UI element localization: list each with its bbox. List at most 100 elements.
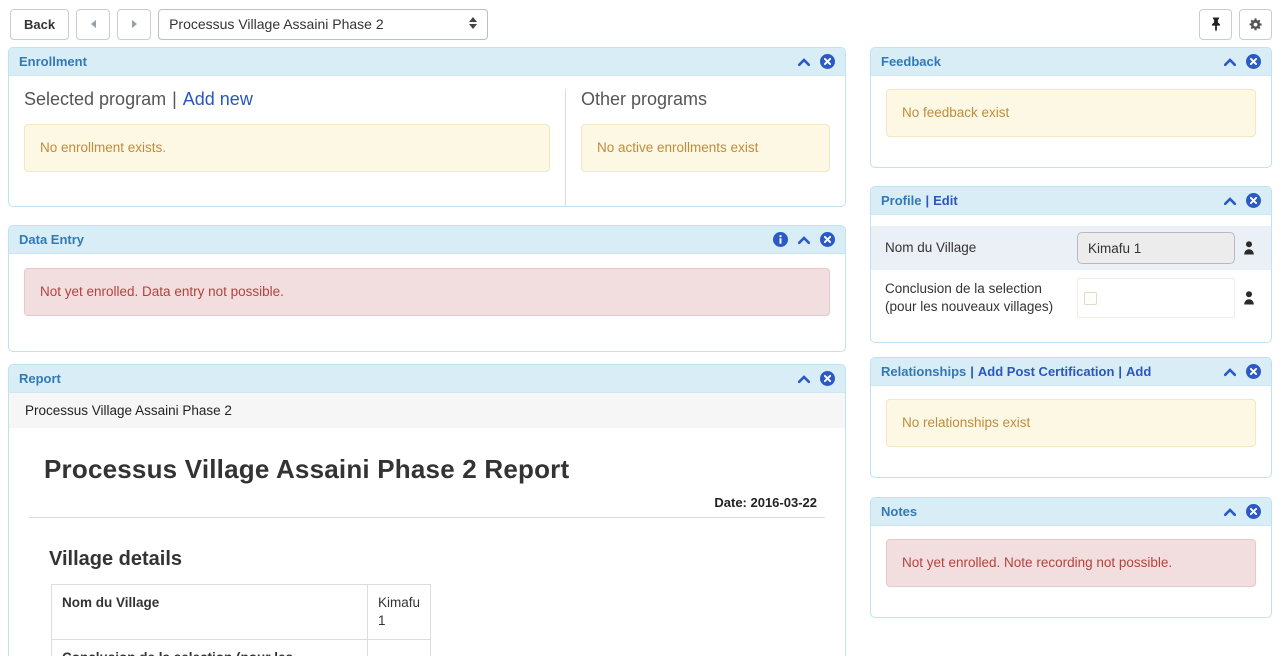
- report-heading: Processus Village Assaini Phase 2 Report: [44, 454, 825, 485]
- table-row: Conclusion de la selection (pour les nou…: [52, 640, 431, 656]
- next-record-button[interactable]: [117, 9, 151, 40]
- notes-collapse-icon[interactable]: [1223, 507, 1237, 517]
- left-column: Enrollment Selected program | Add new: [8, 47, 846, 656]
- data-entry-widget-header: Data Entry: [9, 226, 845, 254]
- relationships-widget-body: No relationships exist: [871, 386, 1271, 477]
- data-entry-widget: Data Entry Not yet enrolled: [8, 225, 846, 352]
- selected-program-label: Selected program: [24, 89, 166, 109]
- pin-icon: [1209, 17, 1223, 32]
- relationships-widget: Relationships | Add Post Certification |…: [870, 357, 1272, 478]
- data-entry-widget-title: Data Entry: [19, 232, 84, 247]
- select-spinner-icon: [469, 17, 477, 29]
- report-document: Processus Village Assaini Phase 2 Report…: [9, 428, 845, 656]
- dashboard-columns: Enrollment Selected program | Add new: [0, 47, 1280, 656]
- report-date: Date: 2016-03-22: [29, 495, 825, 510]
- profile-field-row: Nom du Village Kimafu 1: [871, 226, 1271, 270]
- settings-button[interactable]: [1239, 9, 1272, 40]
- enrollment-widget-header: Enrollment: [9, 48, 845, 76]
- profile-widget-title: Profile: [881, 193, 921, 208]
- relationships-close-icon[interactable]: [1246, 364, 1261, 379]
- header-separator: |: [925, 193, 929, 208]
- report-widget-header: Report: [9, 365, 845, 393]
- feedback-widget: Feedback No feedback exist: [870, 47, 1272, 168]
- village-name-field: Kimafu 1: [1077, 232, 1235, 264]
- selected-program-section: Selected program | Add new No enrollment e…: [9, 89, 565, 206]
- enrollment-collapse-icon[interactable]: [797, 57, 811, 67]
- conclusion-field-box: [1077, 278, 1235, 318]
- notes-widget: Notes Not yet enrolled. Note recording n…: [870, 497, 1272, 618]
- not-enrolled-notes-alert: Not yet enrolled. Note recording not pos…: [886, 539, 1256, 587]
- profile-widget: Profile | Edit Nom du Village: [870, 186, 1272, 343]
- program-select-value: Processus Village Assaini Phase 2: [169, 16, 384, 32]
- relationships-widget-title: Relationships: [881, 364, 966, 379]
- gear-icon: [1248, 17, 1263, 32]
- notes-widget-title: Notes: [881, 504, 917, 519]
- heading-separator: |: [172, 89, 177, 109]
- table-row: Nom du Village Kimafu 1: [52, 585, 431, 640]
- previous-record-button[interactable]: [76, 9, 110, 40]
- profile-widget-header: Profile | Edit: [871, 187, 1271, 215]
- report-divider: [29, 517, 825, 518]
- add-relationship-link[interactable]: Add: [1126, 364, 1151, 379]
- other-programs-heading: Other programs: [581, 89, 830, 110]
- feedback-widget-header: Feedback: [871, 48, 1271, 76]
- notes-close-icon[interactable]: [1246, 504, 1261, 519]
- village-details-table: Nom du Village Kimafu 1 Conclusion de la…: [51, 584, 431, 656]
- no-enrollment-alert: No enrollment exists.: [24, 124, 550, 172]
- person-audit-icon[interactable]: [1241, 290, 1257, 306]
- arrow-left-icon: [91, 20, 96, 28]
- table-cell-value: Kimafu 1: [368, 585, 431, 640]
- report-program-name: Processus Village Assaini Phase 2: [9, 393, 845, 428]
- report-widget-title: Report: [19, 371, 61, 386]
- selected-program-heading: Selected program | Add new: [24, 89, 550, 110]
- header-separator: |: [970, 364, 974, 379]
- profile-field-row: Conclusion de la selection (pour les nou…: [871, 270, 1271, 326]
- enrollment-widget-title: Enrollment: [19, 54, 87, 69]
- profile-widget-body: Nom du Village Kimafu 1 Conclusion de la…: [871, 215, 1271, 342]
- no-active-enrollments-alert: No active enrollments exist: [581, 124, 830, 172]
- add-new-enrollment-link[interactable]: Add new: [183, 89, 253, 109]
- notes-widget-header: Notes: [871, 498, 1271, 526]
- back-button[interactable]: Back: [10, 9, 69, 40]
- enrollment-widget-body: Selected program | Add new No enrollment e…: [9, 76, 845, 206]
- right-column: Feedback No feedback exist: [870, 47, 1272, 656]
- data-entry-info-icon[interactable]: [773, 232, 788, 247]
- notes-widget-body: Not yet enrolled. Note recording not pos…: [871, 526, 1271, 617]
- feedback-close-icon[interactable]: [1246, 54, 1261, 69]
- feedback-widget-body: No feedback exist: [871, 76, 1271, 167]
- top-toolbar: Back Processus Village Assaini Phase 2: [0, 0, 1280, 47]
- conclusion-checkbox[interactable]: [1084, 292, 1097, 305]
- header-separator: |: [1118, 364, 1122, 379]
- person-audit-icon[interactable]: [1241, 240, 1257, 256]
- data-entry-widget-body: Not yet enrolled. Data entry not possibl…: [9, 254, 845, 351]
- feedback-widget-title: Feedback: [881, 54, 941, 69]
- feedback-collapse-icon[interactable]: [1223, 57, 1237, 67]
- add-post-certification-link[interactable]: Add Post Certification: [978, 364, 1115, 379]
- report-close-icon[interactable]: [820, 371, 835, 386]
- table-cell-value: [368, 640, 431, 656]
- program-select[interactable]: Processus Village Assaini Phase 2: [158, 9, 488, 40]
- profile-edit-link[interactable]: Edit: [933, 193, 958, 208]
- relationships-collapse-icon[interactable]: [1223, 367, 1237, 377]
- tracker-dashboard-page: Back Processus Village Assaini Phase 2: [0, 0, 1280, 656]
- profile-collapse-icon[interactable]: [1223, 196, 1237, 206]
- data-entry-collapse-icon[interactable]: [797, 235, 811, 245]
- report-widget-body: Processus Village Assaini Phase 2 Proces…: [9, 393, 845, 656]
- report-widget: Report Processus Village Assaini Phase 2…: [8, 364, 846, 656]
- not-enrolled-data-entry-alert: Not yet enrolled. Data entry not possibl…: [24, 268, 830, 316]
- enrollment-widget: Enrollment Selected program | Add new: [8, 47, 846, 207]
- report-collapse-icon[interactable]: [797, 374, 811, 384]
- table-cell-label: Nom du Village: [52, 585, 368, 640]
- arrow-right-icon: [132, 20, 137, 28]
- data-entry-close-icon[interactable]: [820, 232, 835, 247]
- no-relationships-alert: No relationships exist: [886, 399, 1256, 447]
- table-cell-label: Conclusion de la selection (pour les nou…: [52, 640, 368, 656]
- enrollment-close-icon[interactable]: [820, 54, 835, 69]
- no-feedback-alert: No feedback exist: [886, 89, 1256, 137]
- profile-field-label: Conclusion de la selection (pour les nou…: [885, 280, 1077, 315]
- pin-widgets-button[interactable]: [1199, 9, 1232, 40]
- village-details-heading: Village details: [49, 548, 825, 571]
- other-programs-section: Other programs No active enrollments exi…: [565, 89, 845, 206]
- profile-field-label: Nom du Village: [885, 239, 1077, 257]
- profile-close-icon[interactable]: [1246, 193, 1261, 208]
